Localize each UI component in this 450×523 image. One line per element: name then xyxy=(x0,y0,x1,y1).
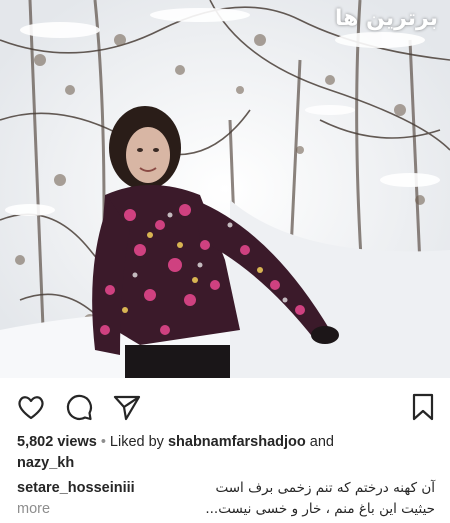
share-icon[interactable] xyxy=(112,392,142,422)
caption-line-2-row: more حیثیت این باغ منم ، خار و خسی نیست.… xyxy=(17,499,435,520)
liked-by-user-link[interactable]: shabnamfarshadjoo xyxy=(168,434,306,450)
caption-line-1: آن کهنه درختم که تنم زخمی برف است xyxy=(215,480,435,496)
post-caption: setare_hosseiniii آن کهنه درختم که تنم ز… xyxy=(17,478,435,517)
post-meta: 5,802 views • Liked by shabnamfarshadjoo a… xyxy=(17,432,437,474)
second-user-link[interactable]: nazy_kh xyxy=(17,455,74,471)
separator-dot: • xyxy=(100,434,106,450)
heart-icon[interactable] xyxy=(16,392,46,422)
views-count[interactable]: 5,802 views xyxy=(17,434,97,450)
watermark-logo: برترین ها xyxy=(334,6,438,31)
post-photo[interactable]: برترین ها xyxy=(0,0,450,378)
snowy-forest-photo xyxy=(0,0,450,378)
comment-icon[interactable] xyxy=(64,392,94,422)
more-link[interactable]: more xyxy=(17,501,50,517)
caption-line-2: حیثیت این باغ منم ، خار و خسی نیست... xyxy=(205,501,435,517)
and-label: and xyxy=(309,434,334,450)
bookmark-icon[interactable] xyxy=(408,392,438,422)
action-bar xyxy=(0,378,450,434)
instagram-post: برترین ها 5,802 views • Liked by shabnamfa… xyxy=(0,0,450,523)
liked-by-label: Liked by xyxy=(109,434,164,450)
caption-username[interactable]: setare_hosseiniii xyxy=(17,480,135,496)
